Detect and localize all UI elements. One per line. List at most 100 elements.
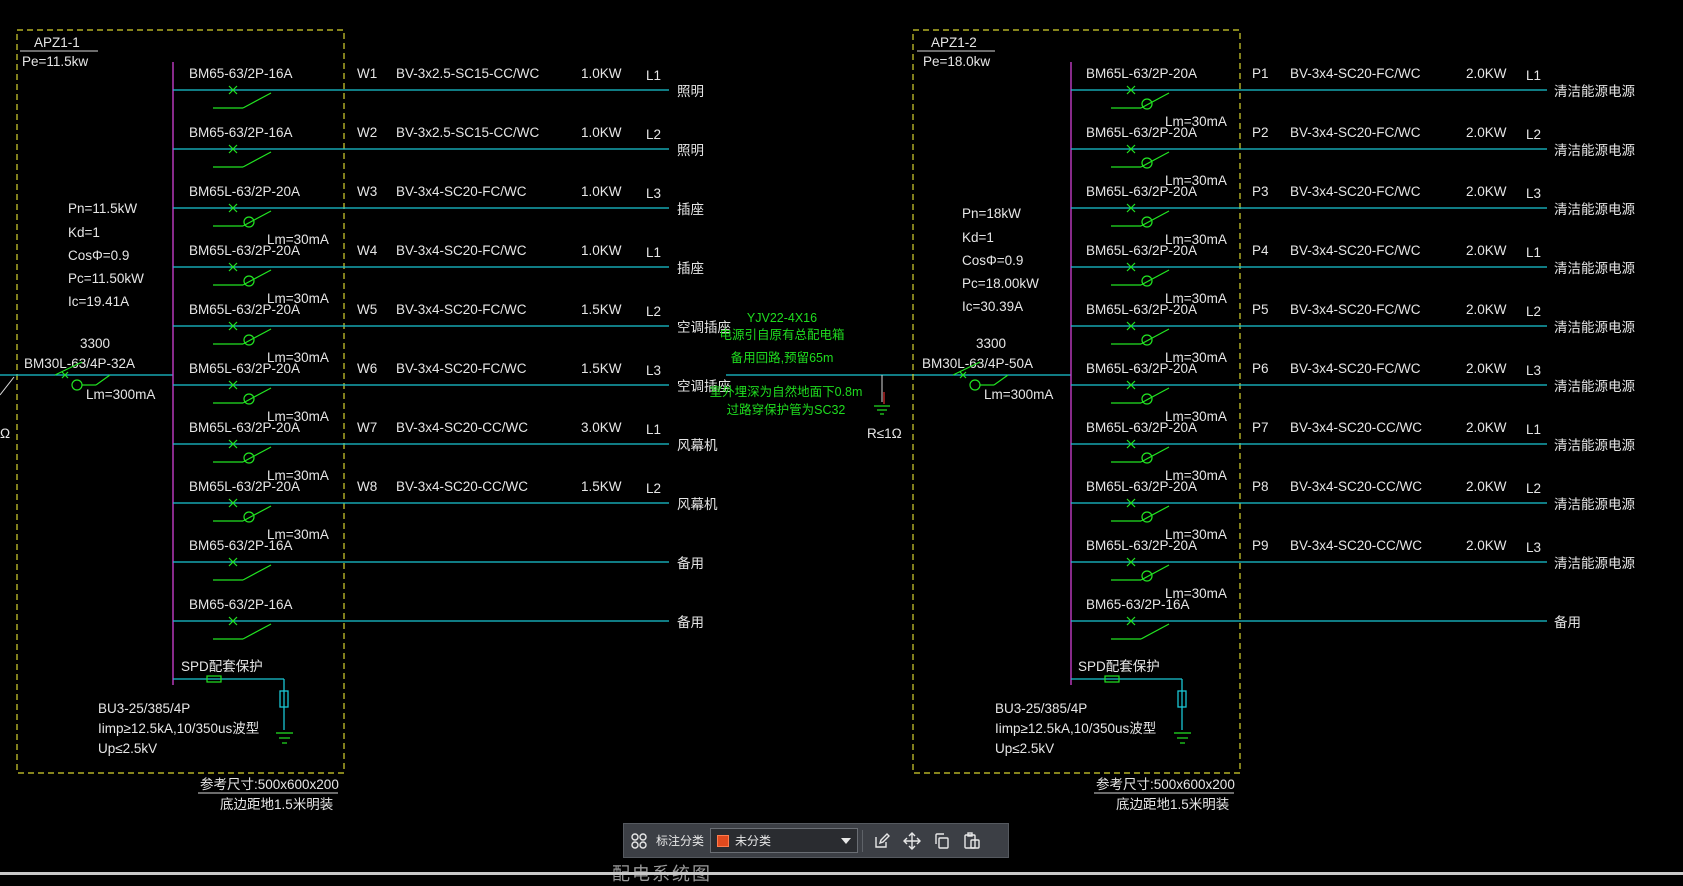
- circuit-breaker-label: BM65L-63/2P-20A: [1086, 420, 1197, 435]
- feeder-cable: YJV22-4X16 电源引自原有总配电箱 备用回路,预留65m 室外埋深为自然…: [710, 311, 918, 441]
- circuit-load-name: 清洁能源电源: [1554, 320, 1635, 335]
- circuit-number: P9: [1252, 538, 1269, 553]
- circuit-load-name: 插座: [677, 202, 704, 217]
- circuit-power: 1.0KW: [581, 243, 622, 258]
- circuit-load-name: 风幕机: [677, 438, 718, 453]
- circuit-load-name: 照明: [677, 143, 704, 158]
- cad-drawing-canvas[interactable]: APZ1-1 Pe=11.5kw Pn=11.5kW Kd=1 CosΦ=0.9…: [0, 0, 1683, 875]
- circuit-breaker-label: BM65-63/2P-16A: [189, 597, 293, 612]
- circuit-breaker-label: BM65L-63/2P-20A: [189, 420, 300, 435]
- circuit-number: P5: [1252, 302, 1269, 317]
- circuit-power: 2.0KW: [1466, 538, 1507, 553]
- circuit-power: 1.5KW: [581, 479, 622, 494]
- circuit-row: BM65-63/2P-16A 备用: [173, 597, 704, 640]
- circuit-cable-spec: BV-3x4-SC20-CC/WC: [396, 479, 528, 494]
- circuit-phase: L1: [1526, 68, 1541, 83]
- calc-ic: Ic=19.41A: [68, 294, 129, 309]
- circuit-load-name: 清洁能源电源: [1554, 497, 1635, 512]
- copy-icon[interactable]: [927, 824, 957, 857]
- rcd-symbol: [243, 452, 255, 464]
- circuit-power: 1.0KW: [581, 125, 622, 140]
- circuit-load-name: 风幕机: [677, 497, 718, 512]
- rcd-symbol: [1141, 393, 1153, 405]
- spd-spec-3: Up≤2.5kV: [995, 741, 1054, 756]
- spd-spec-1: BU3-25/385/4P: [995, 701, 1087, 716]
- circuit-number: W2: [357, 125, 377, 140]
- move-icon[interactable]: [897, 824, 927, 857]
- category-color-swatch: [717, 834, 730, 847]
- circuit-row: BM65L-63/2P-20ALm=30mAW4 BV-3x4-SC20-FC/W…: [173, 243, 704, 306]
- circuit-load-name: 清洁能源电源: [1554, 261, 1635, 276]
- circuit-breaker-label: BM65-63/2P-16A: [189, 125, 293, 140]
- circuit-power: 2.0KW: [1466, 479, 1507, 494]
- circuit-phase: L1: [1526, 422, 1541, 437]
- circuit-breaker-label: BM65-63/2P-16A: [189, 66, 293, 81]
- circuit-breaker-label: BM65L-63/2P-20A: [189, 361, 300, 376]
- ref-size: 参考尺寸:500x600x200: [1096, 776, 1235, 792]
- circuit-number: W4: [357, 243, 378, 258]
- circuit-breaker-label: BM65L-63/2P-20A: [1086, 243, 1197, 258]
- circuit-phase: L2: [646, 481, 661, 496]
- rcd-symbol: [1141, 98, 1153, 110]
- main-code: 3300: [80, 336, 110, 351]
- circuit-row: BM65L-63/2P-20ALm=30mAW6 BV-3x4-SC20-FC/W…: [173, 361, 731, 424]
- circuit-list: BM65-63/2P-16A W1 BV-3x2.5-SC15-CC/WC 1.0KW…: [173, 66, 731, 640]
- spd-label: SPD配套保护: [1078, 659, 1160, 674]
- circuit-cable-spec: BV-3x4-SC20-FC/WC: [1290, 184, 1421, 199]
- circuit-power: 1.0KW: [581, 184, 622, 199]
- grid-icon[interactable]: [624, 824, 654, 857]
- circuit-breaker-label: BM65L-63/2P-20A: [189, 184, 300, 199]
- circuit-breaker-label: BM65L-63/2P-20A: [189, 479, 300, 494]
- calc-pn: Pn=18kW: [962, 206, 1021, 221]
- panel-id: APZ1-2: [931, 35, 977, 50]
- feeder-cable-spec: YJV22-4X16: [747, 311, 817, 325]
- circuit-breaker-label: BM65L-63/2P-20A: [1086, 479, 1197, 494]
- circuit-row: BM65L-63/2P-20ALm=30mAP1 BV-3x4-SC20-FC/W…: [1071, 66, 1635, 129]
- circuit-power: 3.0KW: [581, 420, 622, 435]
- rcd-symbol: [1141, 570, 1153, 582]
- circuit-cable-spec: BV-3x4-SC20-FC/WC: [396, 361, 527, 376]
- edit-icon[interactable]: [867, 824, 897, 857]
- annotation-toolbar: 标注分类 未分类: [623, 823, 1009, 858]
- rcd-symbol: [243, 393, 255, 405]
- spd-spec-1: BU3-25/385/4P: [98, 701, 190, 716]
- circuit-phase: L3: [646, 186, 661, 201]
- calc-kd: Kd=1: [68, 225, 100, 240]
- category-select[interactable]: 未分类: [710, 828, 859, 853]
- rcd-symbol: [1141, 157, 1153, 169]
- circuit-phase: L3: [1526, 186, 1541, 201]
- circuit-breaker-label: BM65-63/2P-16A: [189, 538, 293, 553]
- rcd-symbol: [243, 511, 255, 523]
- circuit-breaker-label: BM65L-63/2P-20A: [189, 302, 300, 317]
- panel-pe: Pe=11.5kw: [22, 54, 88, 69]
- panel-pe: Pe=18.0kw: [923, 54, 990, 69]
- circuit-row: BM65L-63/2P-20ALm=30mAW7 BV-3x4-SC20-CC/W…: [173, 420, 718, 483]
- circuit-number: W7: [357, 420, 377, 435]
- feeder-source-note: 电源引自原有总配电箱: [719, 327, 844, 342]
- rcd-symbol: [1141, 511, 1153, 523]
- circuit-cable-spec: BV-3x4-SC20-FC/WC: [1290, 125, 1421, 140]
- circuit-row: BM65L-63/2P-20ALm=30mAW8 BV-3x4-SC20-CC/W…: [173, 479, 718, 542]
- circuit-phase: L3: [1526, 363, 1541, 378]
- calc-kd: Kd=1: [962, 230, 994, 245]
- feeder-spare-note: 备用回路,预留65m: [731, 350, 834, 365]
- rcd-symbol: [1141, 334, 1153, 346]
- circuit-row: BM65-63/2P-16A 备用: [1071, 597, 1581, 640]
- toolbar-divider: [862, 829, 864, 852]
- circuit-power: 1.5KW: [581, 361, 622, 376]
- rcd-symbol: [243, 216, 255, 228]
- paste-icon[interactable]: [957, 824, 987, 857]
- left-edge-fragment: Ω: [0, 426, 10, 441]
- calc-pn: Pn=11.5kW: [68, 201, 137, 216]
- feeder-conduit-note: 过路穿保护管为SC32: [727, 402, 846, 417]
- mount-note: 底边距地1.5米明装: [1116, 797, 1229, 812]
- feeder-depth-note: 室外埋深为自然地面下0.8m: [710, 384, 863, 399]
- circuit-number: W1: [357, 66, 377, 81]
- circuit-phase: L1: [1526, 245, 1541, 260]
- circuit-cable-spec: BV-3x2.5-SC15-CC/WC: [396, 125, 540, 140]
- calc-pc: Pc=11.50kW: [68, 271, 144, 286]
- circuit-number: W8: [357, 479, 377, 494]
- calc-cos: CosΦ=0.9: [68, 248, 129, 263]
- circuit-power: 2.0KW: [1466, 361, 1507, 376]
- circuit-power: 2.0KW: [1466, 302, 1507, 317]
